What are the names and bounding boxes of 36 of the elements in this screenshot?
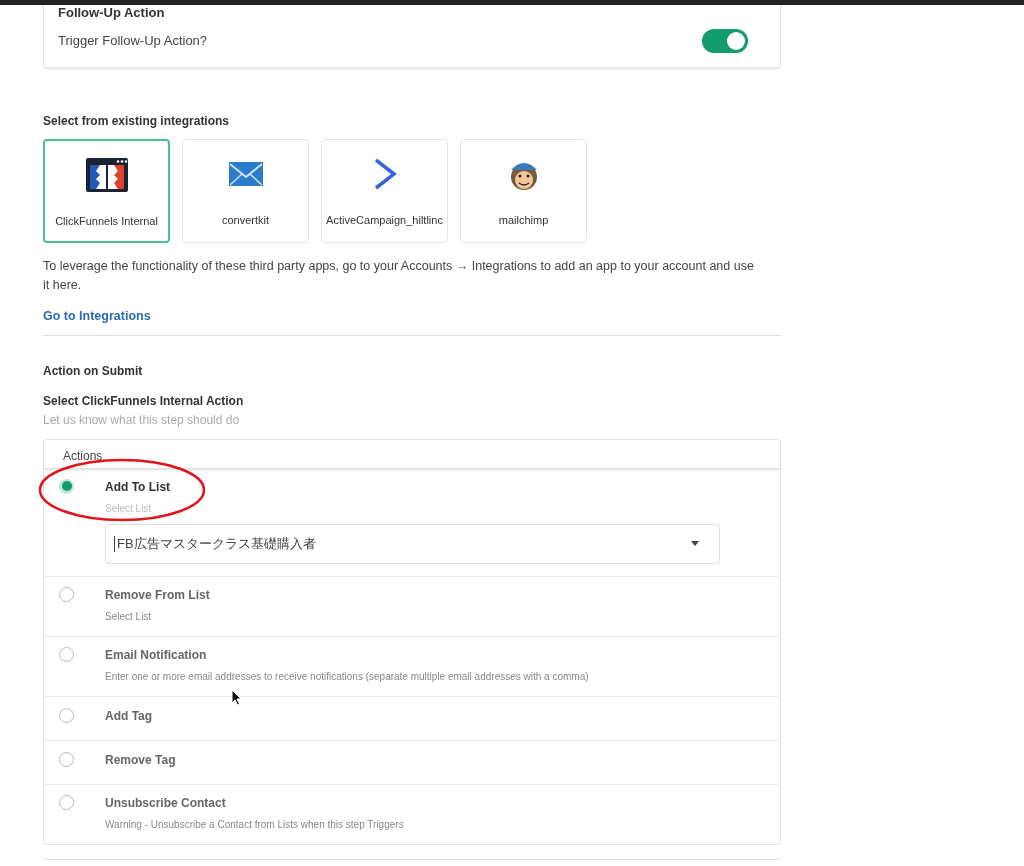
action-label: Remove Tag <box>105 751 177 769</box>
cursor-icon <box>231 689 242 706</box>
radio-button[interactable] <box>59 707 74 723</box>
integration-tile[interactable]: convertkit <box>182 138 309 243</box>
action-hint: Enter one or more email addresses to receive notifications (separate multiple email addresses with a comma) <box>105 669 590 684</box>
integration-tile[interactable]: mailchimp <box>460 138 587 243</box>
info-text: To leverage the functionality of these third party apps, go to your Accounts → Integrations to add an app to your account and use it here. <box>43 257 755 294</box>
radio-button[interactable] <box>59 794 74 810</box>
go-to-integrations-link[interactable]: Go to Integrations <box>43 306 151 326</box>
toggle-label: Trigger Follow-Up Action? <box>58 31 208 50</box>
radio-button[interactable] <box>59 586 74 602</box>
radio-button[interactable] <box>59 478 74 494</box>
caret-icon <box>691 541 699 546</box>
action-label: Email Notification <box>105 646 208 664</box>
action-label: Unsubscribe Contact <box>105 794 227 812</box>
field-title: Select ClickFunnels Internal Action <box>43 392 245 410</box>
envelope-icon <box>228 161 263 186</box>
clickfunnels-logo-icon <box>84 156 129 193</box>
action-label: Remove From List <box>105 586 211 604</box>
radio-button[interactable] <box>59 646 74 662</box>
action-hint: Select List <box>105 501 153 516</box>
table-heading: Actions <box>44 439 780 469</box>
action-hint: Warning - Unsubscribe a Contact from Lists when this step Triggers <box>105 817 405 832</box>
integration-tile[interactable]: ClickFunnels Internal <box>43 138 170 243</box>
toggle-switch[interactable] <box>702 28 748 53</box>
action-label: Add Tag <box>105 707 154 725</box>
field-hint: Let us know what this step should do <box>43 411 241 429</box>
action-label: Add To List <box>105 478 172 496</box>
section-heading: Action on Submit <box>43 362 144 380</box>
list-dropdown[interactable]: FB広告マスタークラス基礎購入者 <box>105 523 720 564</box>
action-hint: Select List <box>105 609 153 624</box>
section-heading: Follow-Up Action <box>58 5 166 22</box>
radio-button[interactable] <box>59 751 74 767</box>
section-heading: Select from existing integrations <box>43 112 231 130</box>
chevron-right-icon <box>372 157 397 190</box>
integration-tile[interactable]: ActiveCampaign_hiltlinc <box>321 138 448 243</box>
